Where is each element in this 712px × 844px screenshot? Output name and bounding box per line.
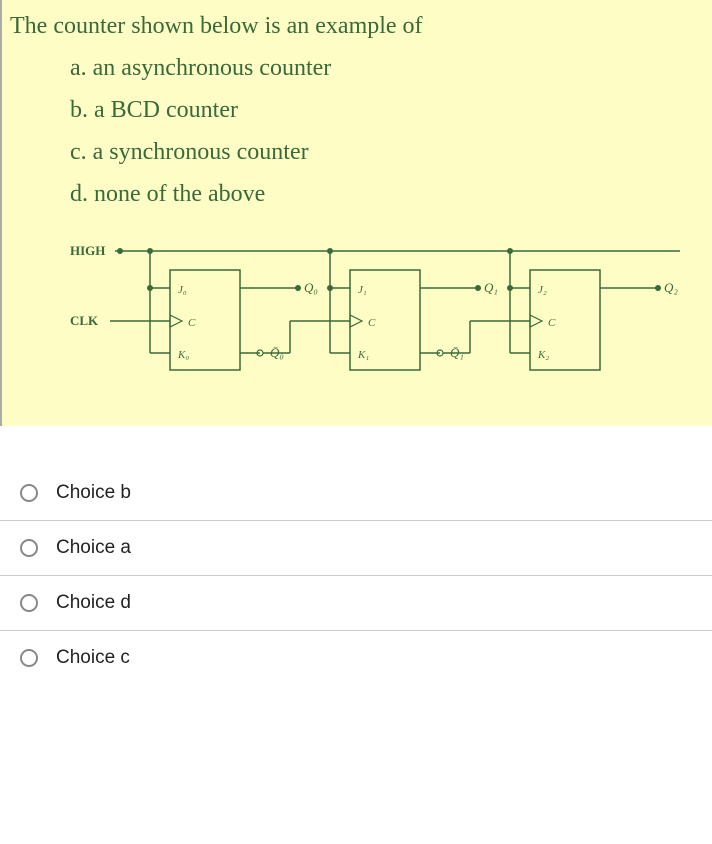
svg-text:C: C [188,317,196,329]
option-text: none of the above [94,181,265,207]
svg-text:J₁: J₁ [358,284,367,296]
option-d: d. none of the above [70,176,704,212]
option-b: b. a BCD counter [70,92,704,128]
choice-label: Choice d [56,592,131,614]
question-box: The counter shown below is an example of… [0,0,712,426]
answer-choices: Choice b Choice a Choice d Choice c [0,466,712,685]
choice-b-row[interactable]: Choice b [0,466,712,521]
choice-label: Choice c [56,647,130,669]
svg-text:J₀: J₀ [178,284,187,296]
svg-text:K₁: K₁ [357,349,369,361]
radio-button[interactable] [20,539,38,557]
radio-button[interactable] [20,594,38,612]
clk-label: CLK [70,313,99,328]
option-letter: d. [70,181,88,207]
choice-a-row[interactable]: Choice a [0,521,712,576]
circuit-svg: HIGH CLK J₀ C [60,240,680,410]
circuit-diagram: HIGH CLK J₀ C [60,240,680,410]
choice-d-row[interactable]: Choice d [0,576,712,631]
choice-label: Choice b [56,482,131,504]
svg-text:Q₂: Q₂ [664,280,678,295]
svg-text:K₀: K₀ [177,349,189,361]
flipflop-1: J₁ C K₁ Q₁ Q̄₁ [327,248,530,370]
svg-text:Q₀: Q₀ [304,280,318,295]
option-text: an asynchronous counter [93,55,332,81]
question-text: The counter shown below is an example of… [10,8,704,212]
option-letter: b. [70,97,88,123]
option-letter: c. [70,139,87,165]
option-c: c. a synchronous counter [70,134,704,170]
flipflop-0: J₀ C K₀ Q₀ Q̄₀ [147,248,350,370]
option-a: a. an asynchronous counter [70,50,704,86]
option-letter: a. [70,55,87,81]
svg-text:J₂: J₂ [538,284,547,296]
choice-label: Choice a [56,537,131,559]
radio-button[interactable] [20,484,38,502]
option-text: a BCD counter [94,97,238,123]
svg-text:C: C [548,317,556,329]
svg-text:C: C [368,317,376,329]
high-label: HIGH [70,243,105,258]
flipflop-2: J₂ C K₂ Q₂ [507,248,678,370]
svg-text:Q₁: Q₁ [484,280,498,295]
svg-text:K₂: K₂ [537,349,549,361]
question-stem: The counter shown below is an example of [10,8,704,44]
option-text: a synchronous counter [93,139,309,165]
choice-c-row[interactable]: Choice c [0,631,712,685]
radio-button[interactable] [20,649,38,667]
